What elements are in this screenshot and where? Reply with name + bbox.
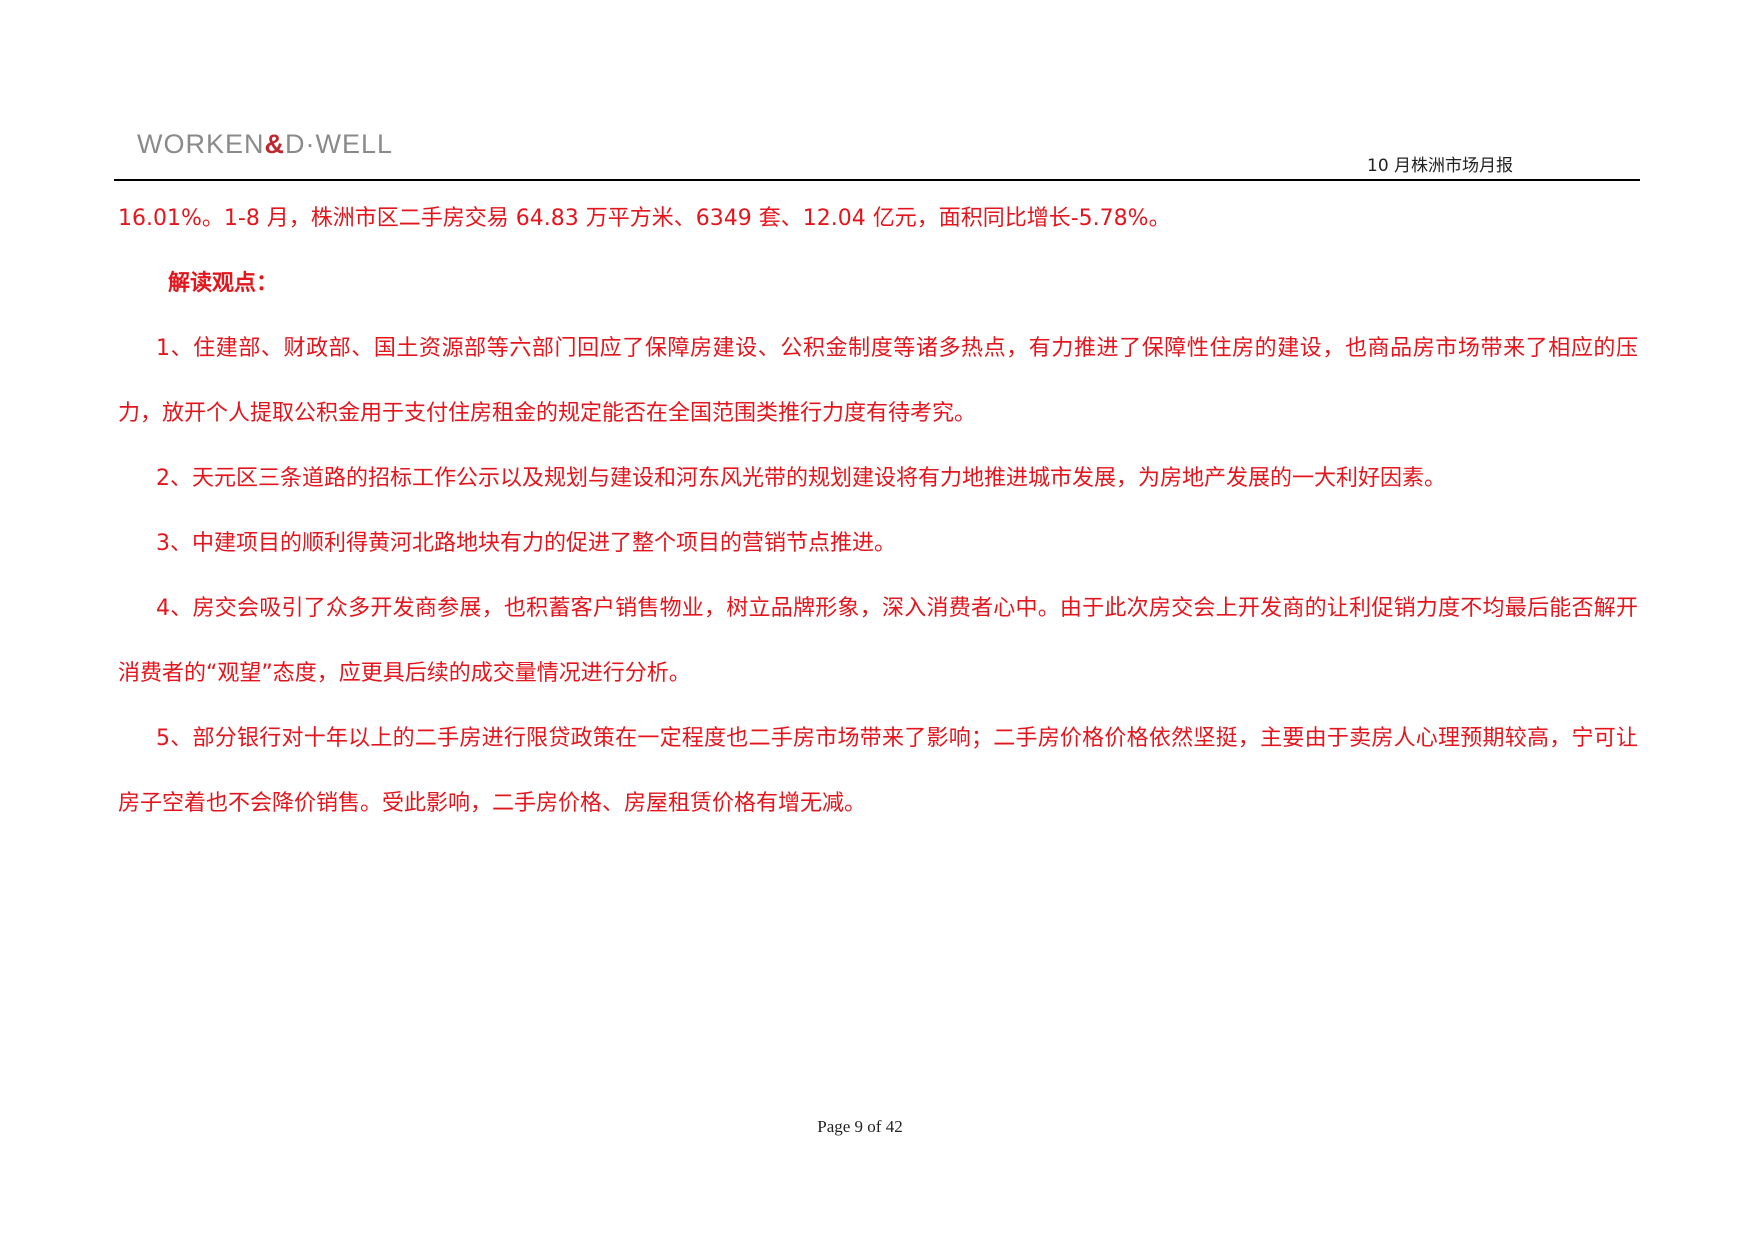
paragraph-point-4: 4、房交会吸引了众多开发商参展，也积蓄客户销售物业，树立品牌形象，深入消费者心中…: [118, 596, 1638, 686]
logo-ampersand: &: [264, 129, 285, 159]
company-logo: WORKEN&D·WELL: [137, 128, 393, 160]
logo-text-left: WORKEN: [137, 129, 265, 159]
logo-text-right: D·WELL: [285, 129, 394, 159]
paragraph-point-5: 5、部分银行对十年以上的二手房进行限贷政策在一定程度也二手房市场带来了影响；二手…: [118, 726, 1638, 816]
document-body: 16.01%。1-8 月，株洲市区二手房交易 64.83 万平方米、6349 套…: [118, 186, 1638, 836]
paragraph-point-1: 1、住建部、财政部、国土资源部等六部门回应了保障房建设、公积金制度等诸多热点，有…: [118, 336, 1638, 426]
paragraph-point-2: 2、天元区三条道路的招标工作公示以及规划与建设和河东风光带的规划建设将有力地推进…: [156, 466, 1447, 491]
section-heading-interpretation: 解读观点：: [168, 271, 279, 296]
report-title: 10 月株洲市场月报: [1367, 156, 1514, 176]
paragraph-statistics: 16.01%。1-8 月，株洲市区二手房交易 64.83 万平方米、6349 套…: [118, 206, 1171, 231]
page-number: Page 9 of 42: [817, 1117, 903, 1136]
header-divider: [114, 179, 1640, 181]
paragraph-point-3: 3、中建项目的顺利得黄河北路地块有力的促进了整个项目的营销节点推进。: [156, 531, 896, 556]
